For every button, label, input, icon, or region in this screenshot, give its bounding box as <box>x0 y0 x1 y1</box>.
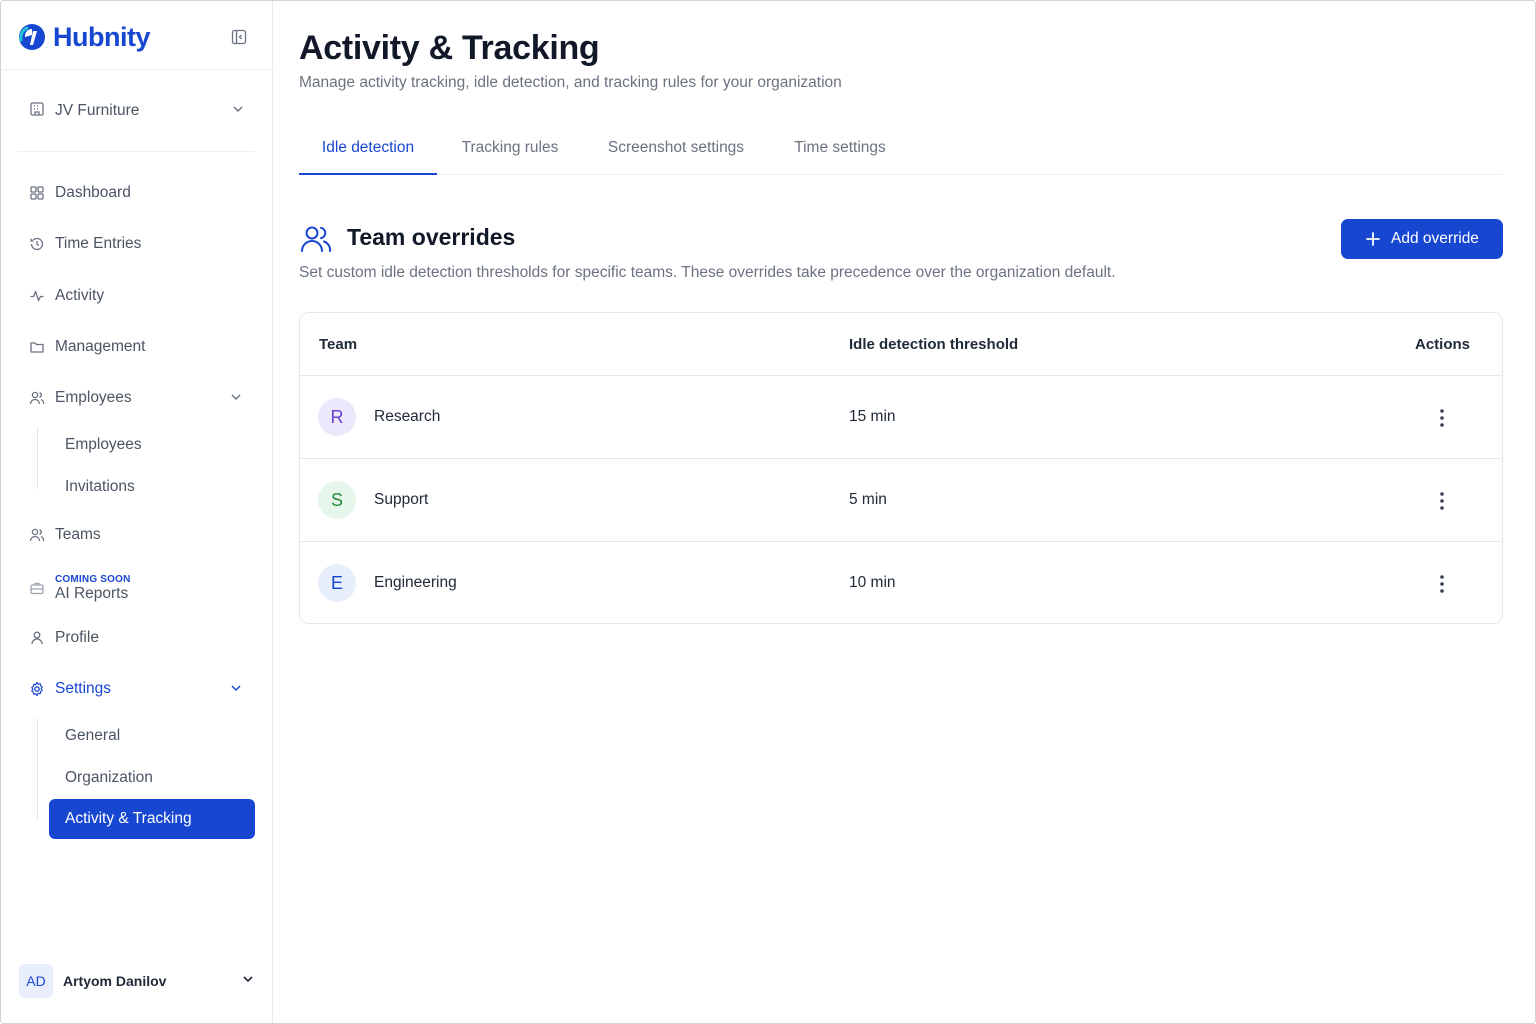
hubnity-logo-icon <box>19 24 45 50</box>
avatar: AD <box>19 964 53 998</box>
tab-time-settings[interactable]: Time settings <box>781 133 899 175</box>
team-avatar: E <box>318 564 356 602</box>
more-vertical-icon <box>1440 575 1444 593</box>
table-row: E Engineering 10 min <box>300 542 1502 623</box>
user-icon <box>29 630 45 646</box>
sidebar-subitem-invitations[interactable]: Invitations <box>65 473 135 501</box>
sidebar-subitem-employees[interactable]: Employees <box>65 431 142 459</box>
tab-tracking-rules[interactable]: Tracking rules <box>449 133 571 175</box>
sidebar-item-ai-reports[interactable]: COMING SOON AI Reports <box>29 569 245 607</box>
team-name: Engineering <box>374 574 457 591</box>
sidebar: Hubnity JV Furniture Dashboard Time Entr… <box>1 1 273 1023</box>
sidebar-item-time-entries[interactable]: Time Entries <box>29 229 245 259</box>
row-actions-button[interactable] <box>1430 572 1454 596</box>
team-overrides-table: Team Idle detection threshold Actions R … <box>299 312 1503 624</box>
activity-icon <box>29 288 45 304</box>
sidebar-item-label: Employees <box>55 389 132 406</box>
building-icon <box>29 101 45 122</box>
table-header: Team Idle detection threshold Actions <box>300 313 1502 376</box>
sidebar-item-label: Management <box>55 338 146 355</box>
chevron-down-icon <box>229 681 245 697</box>
sidebar-item-label: Settings <box>55 680 112 697</box>
grid-icon <box>29 185 45 201</box>
tab-bar: Idle detection Tracking rules Screenshot… <box>299 133 1503 175</box>
sidebar-subitem-activity-tracking[interactable]: Activity & Tracking <box>49 799 255 839</box>
sidebar-item-profile[interactable]: Profile <box>29 623 245 653</box>
app-window: Hubnity JV Furniture Dashboard Time Entr… <box>0 0 1536 1024</box>
threshold-value: 5 min <box>849 491 887 508</box>
section-description: Set custom idle detection thresholds for… <box>299 264 1116 281</box>
section-title: Team overrides <box>347 224 516 250</box>
briefcase-icon <box>29 580 45 596</box>
chevron-down-icon <box>241 972 255 991</box>
more-vertical-icon <box>1440 409 1444 427</box>
user-menu[interactable]: AD Artyom Danilov <box>19 963 255 999</box>
divider <box>17 151 255 152</box>
column-header-threshold: Idle detection threshold <box>849 336 1019 353</box>
table-row: R Research 15 min <box>300 376 1502 459</box>
row-actions-button[interactable] <box>1430 406 1454 430</box>
page-subtitle: Manage activity tracking, idle detection… <box>299 74 842 91</box>
team-name: Support <box>374 491 429 508</box>
users-icon <box>29 390 45 406</box>
submenu-line <box>37 427 38 489</box>
coming-soon-badge: COMING SOON <box>55 573 131 585</box>
sidebar-item-label: Activity <box>55 287 105 304</box>
sidebar-item-dashboard[interactable]: Dashboard <box>29 178 245 208</box>
sidebar-item-label: Teams <box>55 526 101 543</box>
brand-logo[interactable]: Hubnity <box>17 19 151 55</box>
user-name: Artyom Danilov <box>63 973 167 989</box>
plus-icon <box>1366 232 1380 246</box>
column-header-actions: Actions <box>1415 336 1471 353</box>
sidebar-item-label: Profile <box>55 629 99 646</box>
page-title: Activity & Tracking <box>299 29 600 67</box>
sidebar-subitem-organization[interactable]: Organization <box>65 764 153 792</box>
folder-icon <box>29 339 45 355</box>
sidebar-item-label: Dashboard <box>55 184 131 201</box>
threshold-value: 10 min <box>849 574 896 591</box>
column-header-team: Team <box>319 336 358 353</box>
add-override-button[interactable]: Add override <box>1341 219 1503 259</box>
sidebar-item-activity[interactable]: Activity <box>29 281 245 311</box>
sidebar-item-label: AI Reports <box>55 584 129 602</box>
sidebar-item-employees[interactable]: Employees <box>29 383 245 413</box>
tab-idle-detection[interactable]: Idle detection <box>299 133 437 175</box>
sidebar-item-teams[interactable]: Teams <box>29 520 245 550</box>
users-icon <box>301 226 332 252</box>
divider <box>1 69 273 70</box>
gear-icon <box>29 681 45 697</box>
team-name: Research <box>374 408 441 425</box>
sidebar-subitem-general[interactable]: General <box>65 722 120 750</box>
more-vertical-icon <box>1440 492 1444 510</box>
brand-name: Hubnity <box>53 21 151 52</box>
team-avatar: S <box>318 481 356 519</box>
ai-reports-text: COMING SOON AI Reports <box>55 574 131 602</box>
team-avatar: R <box>318 398 356 436</box>
chevron-down-icon <box>229 390 245 406</box>
table-row: S Support 5 min <box>300 459 1502 542</box>
users-icon <box>29 527 45 543</box>
sidebar-item-settings[interactable]: Settings <box>29 674 245 704</box>
sidebar-collapse-button[interactable] <box>229 27 249 47</box>
sidebar-toggle-icon <box>231 29 247 45</box>
chevron-down-icon <box>231 102 245 121</box>
add-override-label: Add override <box>1391 230 1479 247</box>
history-icon <box>29 236 45 252</box>
tab-screenshot-settings[interactable]: Screenshot settings <box>593 133 759 175</box>
sidebar-item-label: Time Entries <box>55 235 142 252</box>
row-actions-button[interactable] <box>1430 489 1454 513</box>
sidebar-item-management[interactable]: Management <box>29 332 245 362</box>
threshold-value: 15 min <box>849 408 896 425</box>
submenu-line <box>37 718 38 820</box>
org-name: JV Furniture <box>55 102 140 119</box>
org-switcher[interactable]: JV Furniture <box>29 97 245 125</box>
